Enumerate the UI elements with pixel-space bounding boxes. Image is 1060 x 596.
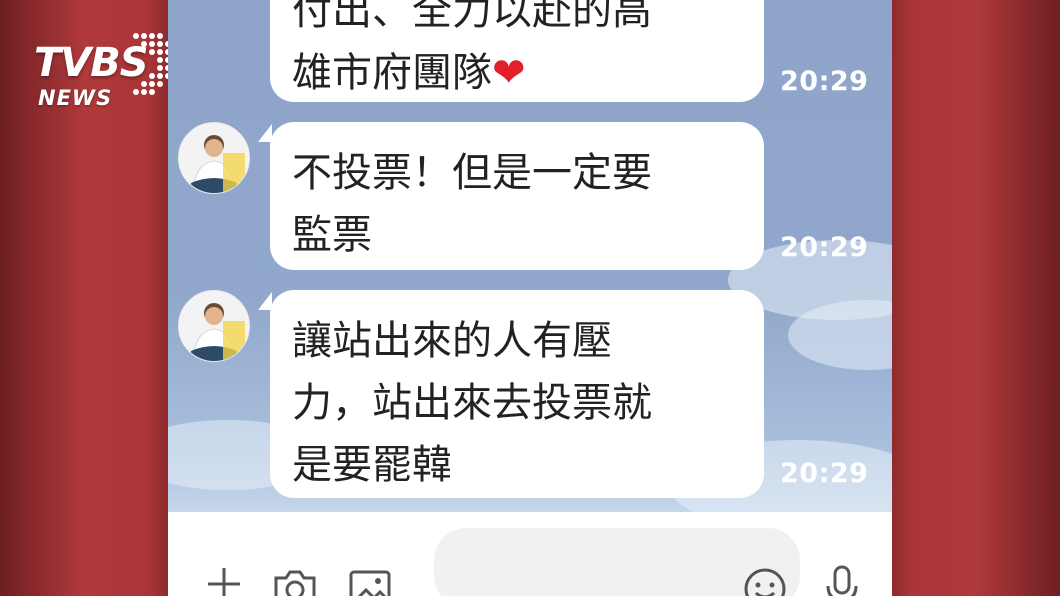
person-icon [179, 123, 249, 193]
message-time: 20:29 [780, 458, 869, 489]
message-text-line: 是要罷韓 [292, 442, 452, 488]
message-bubble[interactable]: 不投票！但是一定要 監票 [270, 122, 764, 270]
person-icon [179, 291, 249, 361]
emoji-icon[interactable] [742, 566, 788, 596]
message-text-line: 讓站出來的人有壓 [292, 318, 612, 364]
sender-avatar[interactable] [178, 122, 250, 194]
message-text-line: 力，站出來去投票就 [292, 380, 652, 426]
image-icon[interactable] [348, 568, 392, 596]
message-time: 20:29 [780, 66, 869, 97]
logo-sub: NEWS [38, 86, 113, 110]
heart-emoji: ❤ [492, 50, 526, 96]
sender-avatar[interactable] [178, 290, 250, 362]
message-text-line: 付出、全力以赴的高 [292, 0, 652, 34]
message-text-line: 雄市府團隊❤ [292, 50, 526, 96]
message-time: 20:29 [780, 232, 869, 263]
message-text-line: 不投票！但是一定要 [292, 150, 652, 196]
plus-icon[interactable] [204, 564, 244, 596]
chat-screen: 付出、全力以赴的高 雄市府團隊❤ 20:29 不投票！但是一定要 監票 20:2… [168, 0, 892, 596]
message-input-bar [168, 512, 892, 596]
microphone-icon[interactable] [824, 564, 860, 596]
camera-icon[interactable] [272, 566, 318, 596]
message-text-line: 監票 [292, 212, 372, 258]
message-bubble[interactable]: 付出、全力以赴的高 雄市府團隊❤ [270, 0, 764, 102]
message-bubble[interactable]: 讓站出來的人有壓 力，站出來去投票就 是要罷韓 [270, 290, 764, 498]
